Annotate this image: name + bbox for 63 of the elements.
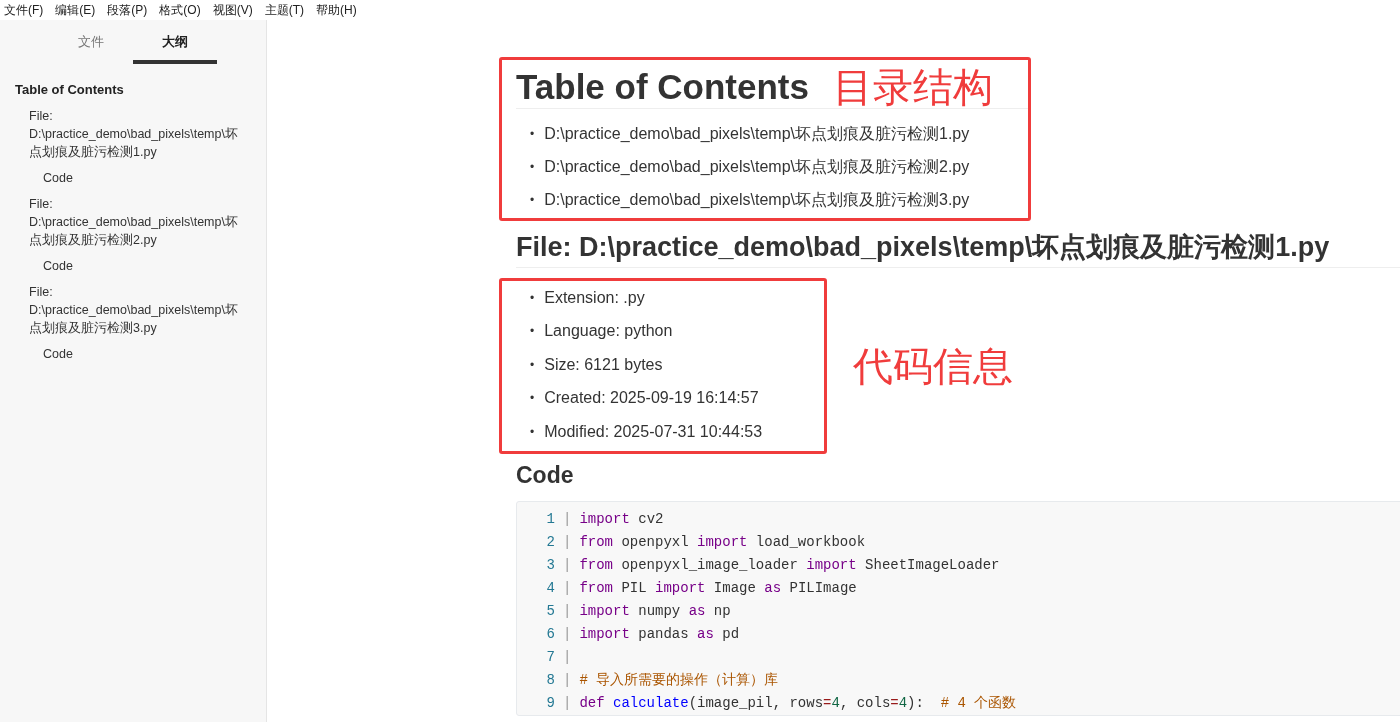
line-number: 8	[545, 671, 555, 691]
info-item: Size: 6121 bytes	[544, 354, 663, 375]
code-line: from openpyxl_image_loader import SheetImageLoader	[579, 556, 1000, 576]
bullet-mark: •	[530, 191, 535, 209]
code-line: # 导入所需要的操作（计算）库	[579, 671, 779, 691]
line-gutter: |	[562, 671, 573, 691]
menu-item[interactable]: 文件(F)	[4, 1, 44, 19]
toc-link[interactable]: D:\practice_demo\bad_pixels\temp\坏点划痕及脏污检测3.py	[544, 189, 970, 210]
outline-item[interactable]: Code	[0, 249, 266, 275]
line-gutter: |	[562, 556, 573, 576]
info-item: Modified: 2025-07-31 10:44:53	[544, 421, 763, 442]
code-heading: Code	[516, 461, 575, 490]
bullet-mark: •	[530, 158, 535, 176]
line-number: 7	[545, 648, 555, 668]
line-number: 6	[545, 625, 555, 645]
line-gutter: |	[562, 625, 573, 645]
code-line: def calculate(image_pil, rows=4, cols=4): # 4 个函数	[579, 694, 1017, 714]
menu-item[interactable]: 视图(V)	[212, 1, 253, 19]
line-gutter: |	[562, 602, 573, 622]
bullet-mark: •	[530, 125, 535, 143]
line-gutter: |	[562, 648, 573, 668]
line-number: 1	[545, 510, 555, 530]
sidebar-tab[interactable]: 文件	[49, 26, 133, 64]
code-line: import pandas as pd	[579, 625, 740, 645]
code-line: import cv2	[579, 510, 664, 530]
line-gutter: |	[562, 694, 573, 714]
info-item: Extension: .py	[544, 287, 645, 308]
toc-heading: Table of Contents	[516, 66, 809, 108]
outline-item[interactable]: Code	[0, 161, 266, 187]
file-heading: File: D:\practice_demo\bad_pixels\temp\坏点划痕及脏污检测1.py	[516, 231, 1331, 264]
outline-item[interactable]: File: D:\practice_demo\bad_pixels\temp\坏点划痕及脏污检测2.py	[0, 187, 266, 249]
bullet-mark: •	[530, 390, 535, 408]
bullet-mark: •	[530, 423, 535, 441]
line-gutter: |	[562, 510, 573, 530]
info-item: Language: python	[544, 321, 673, 342]
outline-item[interactable]: File: D:\practice_demo\bad_pixels\temp\坏点划痕及脏污检测3.py	[0, 275, 266, 337]
annotation-label: 代码信息	[853, 345, 1013, 386]
toc-link[interactable]: D:\practice_demo\bad_pixels\temp\坏点划痕及脏污检测1.py	[544, 123, 970, 144]
menu-item[interactable]: 格式(O)	[159, 1, 201, 19]
sidebar-tab[interactable]: 大纲	[133, 26, 217, 64]
line-number: 4	[545, 579, 555, 599]
menu-item[interactable]: 帮助(H)	[316, 1, 357, 19]
bullet-mark: •	[530, 289, 535, 307]
menu-item[interactable]: 段落(P)	[107, 1, 148, 19]
code-line: import numpy as np	[579, 602, 731, 622]
code-line: from PIL import Image as PILImage	[579, 579, 857, 599]
bullet-mark: •	[530, 356, 535, 374]
annotation-label: 目录结构	[832, 67, 993, 107]
bullet-mark: •	[530, 323, 535, 341]
info-item: Created: 2025-09-19 16:14:57	[544, 388, 759, 409]
line-number: 5	[545, 602, 555, 622]
menu-item[interactable]: 主题(T)	[264, 1, 304, 19]
toc-link[interactable]: D:\practice_demo\bad_pixels\temp\坏点划痕及脏污检测2.py	[544, 156, 970, 177]
line-number: 9	[545, 694, 555, 714]
line-gutter: |	[562, 579, 573, 599]
outline-title[interactable]: Table of Contents	[0, 79, 266, 99]
outline-item[interactable]: Code	[0, 337, 266, 363]
outline-item[interactable]: File: D:\practice_demo\bad_pixels\temp\坏点划痕及脏污检测1.py	[0, 99, 266, 161]
line-number: 2	[545, 533, 555, 553]
line-number: 3	[545, 556, 555, 576]
code-line: from openpyxl import load_workbook	[579, 533, 866, 553]
menu-item[interactable]: 编辑(E)	[55, 1, 96, 19]
line-gutter: |	[562, 533, 573, 553]
